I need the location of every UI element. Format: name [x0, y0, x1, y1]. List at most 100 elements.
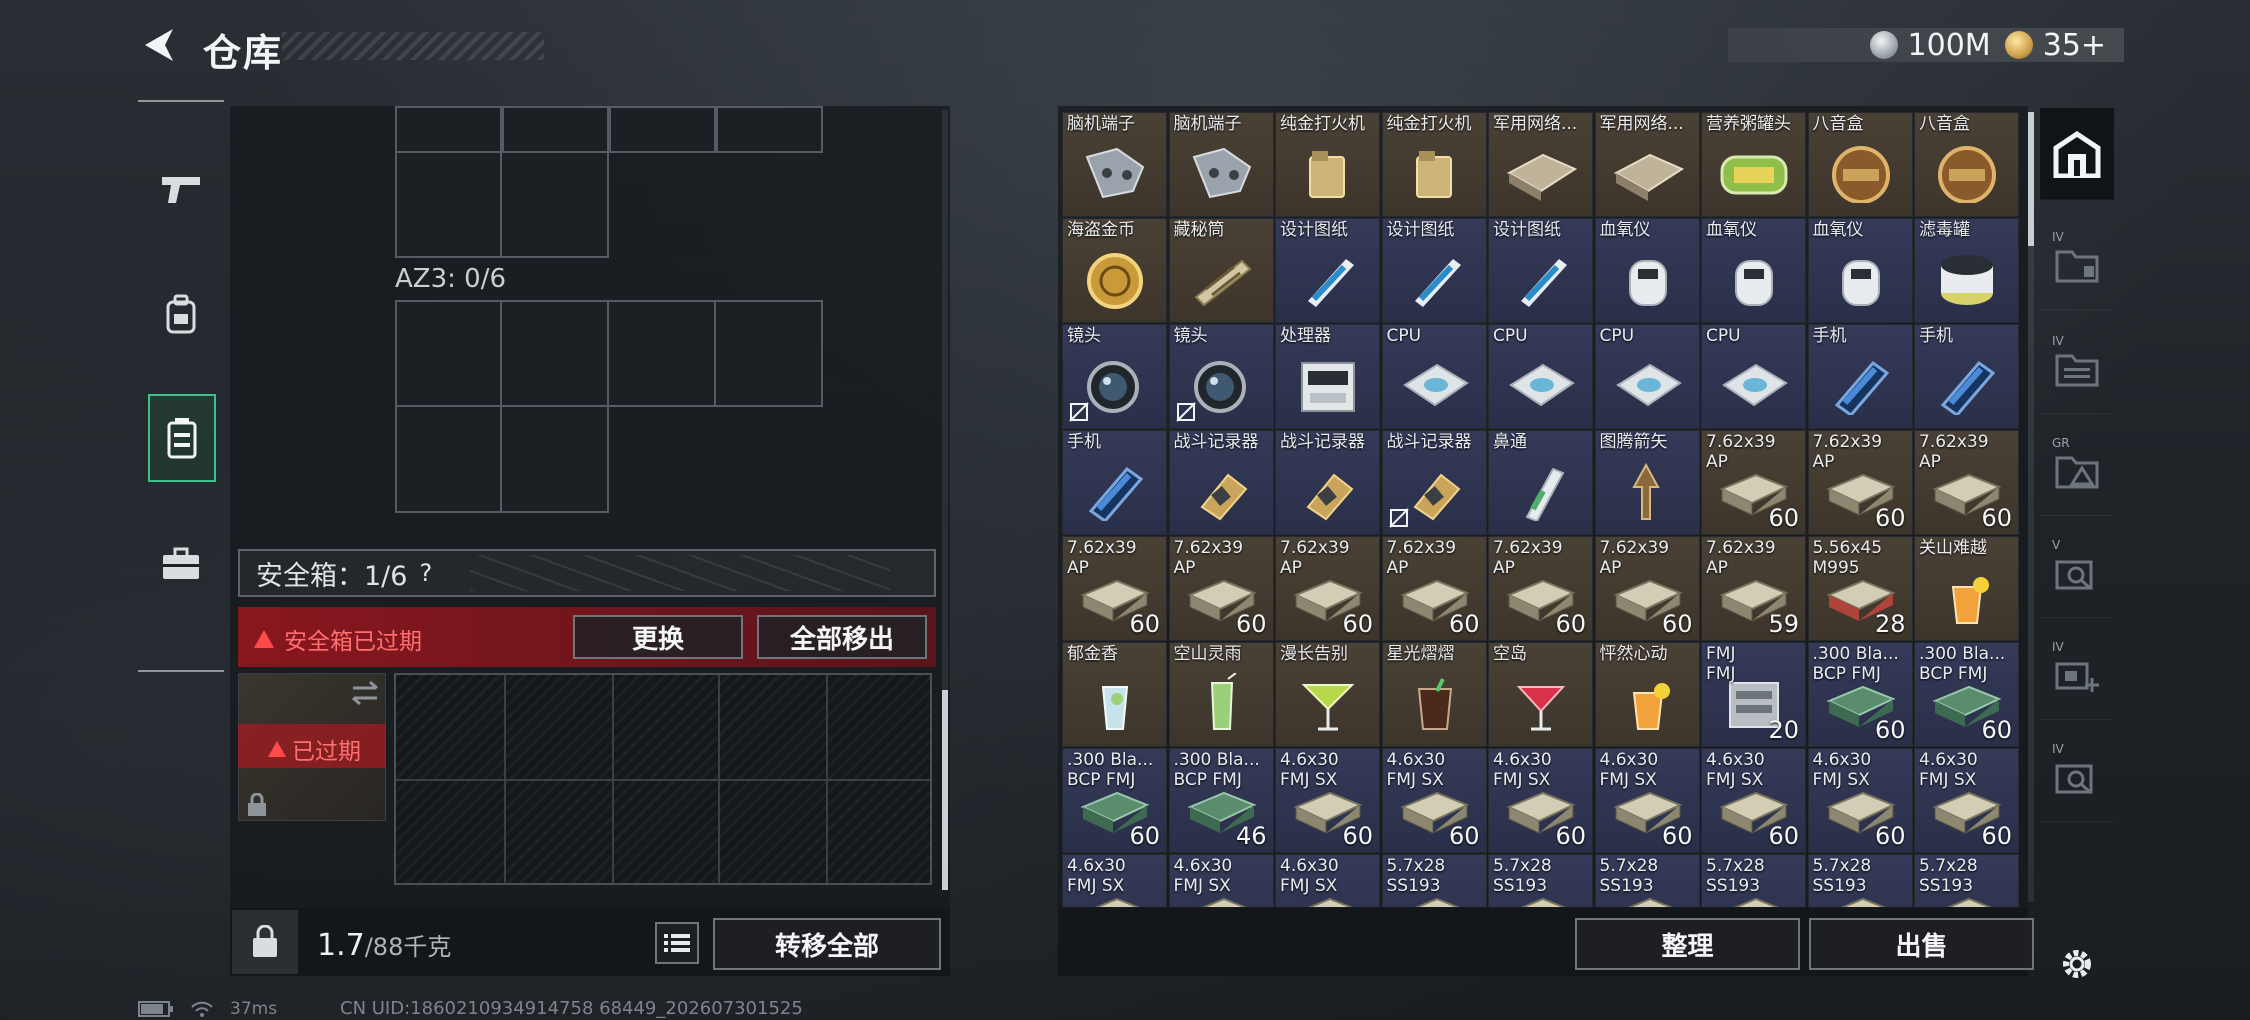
stash-item[interactable]: 7.62x39 AP 60	[1488, 536, 1593, 641]
replace-button[interactable]: 更换	[573, 615, 743, 659]
stash-item[interactable]: 4.6x30 FMJ SX 60	[1807, 748, 1913, 853]
rig-slot[interactable]	[500, 151, 609, 258]
stash-item[interactable]: CPU	[1594, 324, 1700, 429]
stash-item[interactable]: 纯金打火机	[1381, 112, 1487, 217]
stash-item[interactable]: .300 Bla... BCP FMJ 60	[1062, 748, 1167, 853]
stash-item[interactable]: 军用网络...	[1594, 112, 1700, 217]
stash-item[interactable]: 4.6x30 FMJ SX 60	[1701, 748, 1806, 853]
stash-item[interactable]: 5.7x28 SS193	[1381, 854, 1487, 907]
stash-item[interactable]: 血氧仪	[1594, 218, 1700, 323]
stash-item[interactable]: 4.6x30 FMJ SX 60	[1488, 748, 1593, 853]
back-button[interactable]	[138, 24, 180, 66]
transfer-all-button[interactable]: 转移全部	[713, 918, 941, 970]
stash-item[interactable]: 战斗记录器	[1275, 430, 1380, 535]
stash-item[interactable]: 5.7x28 SS193	[1701, 854, 1806, 907]
stash-item[interactable]: 镜头	[1062, 324, 1167, 429]
stash-item[interactable]: 处理器	[1275, 324, 1380, 429]
stash-item[interactable]: 5.7x28 SS193	[1914, 854, 2019, 907]
az3-slot[interactable]	[607, 300, 716, 407]
stash-item[interactable]: 4.6x30 FMJ SX 60	[1594, 748, 1700, 853]
container-scroll-thumb[interactable]	[942, 690, 948, 890]
stash-item[interactable]: 7.62x39 AP 60	[1701, 430, 1806, 535]
az3-slot[interactable]	[500, 405, 609, 513]
safebox-grid[interactable]	[394, 673, 932, 885]
stash-item[interactable]: 漫长告别	[1275, 642, 1380, 747]
sort-button[interactable]: 整理	[1575, 918, 1800, 970]
stash-tab-5[interactable]: V	[2040, 526, 2114, 618]
remove-all-button[interactable]: 全部移出	[757, 615, 927, 659]
stash-item[interactable]: 镜头	[1168, 324, 1274, 429]
stash-item[interactable]: 5.7x28 SS193	[1594, 854, 1700, 907]
stash-scroll-thumb[interactable]	[2028, 112, 2034, 246]
stash-item[interactable]: 手机	[1807, 324, 1913, 429]
stash-item[interactable]: 手机	[1914, 324, 2019, 429]
rail-safebox[interactable]	[148, 394, 216, 482]
stash-item[interactable]: 战斗记录器	[1168, 430, 1274, 535]
stash-item[interactable]: 血氧仪	[1807, 218, 1913, 323]
stash-item[interactable]: 关山难越	[1914, 536, 2019, 641]
stash-item[interactable]: 脑机端子	[1168, 112, 1274, 217]
stash-item[interactable]: CPU	[1381, 324, 1487, 429]
stash-item[interactable]: 图腾箭矢	[1594, 430, 1700, 535]
az3-slot[interactable]	[395, 300, 502, 407]
settings-button[interactable]	[2040, 918, 2114, 1010]
stash-item[interactable]: 手机	[1062, 430, 1167, 535]
stash-item[interactable]: 4.6x30 FMJ SX 60	[1275, 748, 1380, 853]
stash-item[interactable]: .300 Bla... BCP FMJ 60	[1807, 642, 1913, 747]
stash-item[interactable]: 怦然心动	[1594, 642, 1700, 747]
stash-item[interactable]: 军用网络...	[1488, 112, 1593, 217]
stash-tab-3[interactable]: IV	[2040, 322, 2114, 414]
stash-item[interactable]: 空山灵雨	[1168, 642, 1274, 747]
stash-item[interactable]: 5.7x28 SS193	[1488, 854, 1593, 907]
stash-item[interactable]: 7.62x39 AP 60	[1594, 536, 1700, 641]
list-view-button[interactable]	[655, 922, 699, 964]
stash-item[interactable]: 7.62x39 AP 60	[1914, 430, 2019, 535]
rig-slot[interactable]	[502, 106, 609, 153]
stash-item[interactable]: 星光熠熠	[1381, 642, 1487, 747]
stash-item[interactable]: 血氧仪	[1701, 218, 1806, 323]
stash-item[interactable]: 7.62x39 AP 60	[1062, 536, 1167, 641]
stash-item[interactable]: 7.62x39 AP 60	[1807, 430, 1913, 535]
stash-tab-6[interactable]: IV	[2040, 628, 2114, 720]
stash-item[interactable]: 脑机端子	[1062, 112, 1167, 217]
swap-icon[interactable]	[350, 680, 380, 706]
rig-slot[interactable]	[395, 106, 502, 153]
stash-tab-4[interactable]: GR	[2040, 424, 2114, 516]
stash-tab-7[interactable]: IV	[2040, 730, 2114, 822]
stash-item[interactable]: 八音盒	[1807, 112, 1913, 217]
stash-item[interactable]: 设计图纸	[1275, 218, 1380, 323]
az3-slot[interactable]	[500, 300, 609, 407]
stash-item[interactable]: 7.62x39 AP 60	[1168, 536, 1274, 641]
az3-slot[interactable]	[714, 300, 823, 407]
currency-silver[interactable]: 100M	[1869, 28, 1991, 63]
stash-item[interactable]: 藏秘筒	[1168, 218, 1274, 323]
stash-item[interactable]: 鼻通	[1488, 430, 1593, 535]
stash-item[interactable]: 4.6x30 FMJ SX	[1168, 854, 1274, 907]
stash-item[interactable]: CPU	[1488, 324, 1593, 429]
stash-item[interactable]: 纯金打火机	[1275, 112, 1380, 217]
weight-lock-button[interactable]	[232, 910, 298, 974]
stash-item[interactable]: 海盗金币	[1062, 218, 1167, 323]
rail-case[interactable]	[138, 520, 224, 608]
rail-backpack[interactable]	[138, 270, 224, 358]
stash-item[interactable]: 4.6x30 FMJ SX 60	[1914, 748, 2019, 853]
stash-item[interactable]: 滤毒罐	[1914, 218, 2019, 323]
stash-item[interactable]: 5.7x28 SS193	[1807, 854, 1913, 907]
help-icon[interactable]: ?	[419, 559, 432, 587]
stash-item[interactable]: 空岛	[1488, 642, 1593, 747]
stash-item[interactable]: 战斗记录器	[1381, 430, 1487, 535]
stash-item[interactable]: .300 Bla... BCP FMJ 60	[1914, 642, 2019, 747]
stash-tab-2[interactable]: IV	[2040, 218, 2114, 310]
stash-tab-all[interactable]	[2040, 108, 2114, 200]
rig-slot[interactable]	[395, 151, 502, 258]
rail-weapons[interactable]	[138, 146, 224, 234]
stash-item[interactable]: 4.6x30 FMJ SX 60	[1381, 748, 1487, 853]
rig-slot[interactable]	[609, 106, 716, 153]
stash-item[interactable]: 郁金香	[1062, 642, 1167, 747]
stash-item[interactable]: 7.62x39 AP 60	[1381, 536, 1487, 641]
stash-item[interactable]: 4.6x30 FMJ SX	[1275, 854, 1380, 907]
stash-item[interactable]: 营养粥罐头	[1701, 112, 1806, 217]
stash-item[interactable]: FMJ FMJ 20	[1701, 642, 1806, 747]
rig-slot[interactable]	[716, 106, 823, 153]
sell-button[interactable]: 出售	[1809, 918, 2034, 970]
